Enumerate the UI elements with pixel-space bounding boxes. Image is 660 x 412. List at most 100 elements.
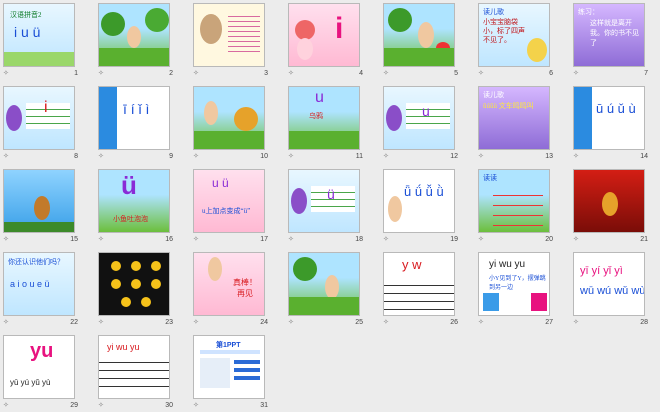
slide-23-number: 23 <box>165 319 173 326</box>
slide-30-preview: yi wu yu <box>98 335 170 399</box>
slide-thumbnail-27[interactable]: yi wu yu 小Y见到了Y，摆弹跳到另一边 ✧ 27 <box>475 249 555 329</box>
slide-1-preview: 汉语拼音2 i u ü <box>3 3 75 67</box>
slide-19-preview: ǖ ǘ ǚ ǜ <box>383 169 455 233</box>
slide-thumbnail-3[interactable]: ✧ 3 <box>190 0 270 80</box>
slide-thumbnail-28[interactable]: yī yí yǐ yì wū wú wǔ wù ✧ 28 <box>570 249 650 329</box>
slide-thumbnail-2[interactable]: ✧ 2 <box>95 0 175 80</box>
slide-thumbnail-22[interactable]: 你还认识他们吗？ a i o u e ü ✧ 22 <box>0 249 80 329</box>
slide-11-letter: u <box>315 89 324 106</box>
slide-7-preview: 练习： 这样就是离开我。你的书不见了 <box>573 3 645 67</box>
slide-8-letter: i <box>44 99 48 116</box>
slide-thumbnail-10[interactable]: ✧ 10 <box>190 83 270 163</box>
slide-11-text: 乌鸦 <box>309 112 323 120</box>
slide-thumbnail-14[interactable]: ū ú ǔ ù ✧ 14 <box>570 83 650 163</box>
slide-thumbnail-12[interactable]: u ✧ 12 <box>380 83 460 163</box>
slide-31-number: 31 <box>260 402 268 409</box>
slide-8-transition-icon: ✧ <box>3 153 9 160</box>
slide-1-label: 汉语拼音2 <box>10 11 42 19</box>
slide-10-transition-icon: ✧ <box>193 153 199 160</box>
slide-16-preview: ü 小鱼吐泡泡 <box>98 169 170 233</box>
slide-thumbnail-5[interactable]: ✧ 5 <box>380 0 460 80</box>
slide-17-text: u上加点变成“ü” <box>202 207 251 215</box>
slide-11-number: 11 <box>355 153 363 160</box>
slide-6-transition-icon: ✧ <box>478 70 484 77</box>
slide-thumbnail-19[interactable]: ǖ ǘ ǚ ǜ ✧ 19 <box>380 166 460 246</box>
slide-thumbnail-15[interactable]: ✧ 15 <box>0 166 80 246</box>
slide-24-transition-icon: ✧ <box>193 319 199 326</box>
slide-6-text: 小宝宝脑袋小，标了四声不见了。 <box>483 18 525 44</box>
slide-thumbnail-31[interactable]: 第1PPT ✧ 31 <box>190 332 270 412</box>
slide-thumbnail-20[interactable]: 读读 ✧ 20 <box>475 166 555 246</box>
slide-19-tones: ǖ ǘ ǚ ǜ <box>404 184 444 199</box>
slide-9-tones: ī í ǐ ì <box>123 101 150 117</box>
slide-20-transition-icon: ✧ <box>478 236 484 243</box>
slide-13-preview: 读儿歌 ūúǔù 文车鸣鸣叫 <box>478 86 550 150</box>
slide-13-transition-icon: ✧ <box>478 153 484 160</box>
slide-22-number: 22 <box>70 319 78 326</box>
slide-thumbnail-23[interactable]: ✧ 23 <box>95 249 175 329</box>
slide-28-wu-tones: wū wú wǔ wù <box>580 285 645 297</box>
slide-11-transition-icon: ✧ <box>288 153 294 160</box>
slide-thumbnail-13[interactable]: 读儿歌 ūúǔù 文车鸣鸣叫 ✧ 13 <box>475 83 555 163</box>
slide-20-label: 读读 <box>483 174 497 182</box>
slide-21-transition-icon: ✧ <box>573 236 579 243</box>
slide-25-number: 25 <box>355 319 363 326</box>
slide-30-syllables: yi wu yu <box>107 342 140 352</box>
slide-27-syllables: yi wu yu <box>489 259 526 270</box>
slide-17-transition-icon: ✧ <box>193 236 199 243</box>
slide-thumbnail-6[interactable]: 读儿歌 小宝宝脑袋小，标了四声不见了。 ✧ 6 <box>475 0 555 80</box>
slide-4-letter: i <box>335 12 344 45</box>
slide-thumbnail-9[interactable]: ī í ǐ ì ✧ 9 <box>95 83 175 163</box>
slide-3-preview <box>193 3 265 67</box>
slide-27-text: 小Y见到了Y，摆弹跳到另一边 <box>489 276 546 291</box>
slide-28-yi-tones: yī yí yǐ yì <box>580 265 623 277</box>
slide-7-transition-icon: ✧ <box>573 70 579 77</box>
slide-7-label: 练习： <box>578 8 599 16</box>
slide-16-number: 16 <box>165 236 173 243</box>
slide-15-transition-icon: ✧ <box>3 236 9 243</box>
slide-1-number: 1 <box>74 70 78 77</box>
slide-3-transition-icon: ✧ <box>193 70 199 77</box>
slide-27-number: 27 <box>545 319 553 326</box>
slide-thumbnail-21[interactable]: ✧ 21 <box>570 166 650 246</box>
slide-thumbnail-29[interactable]: yu yū yú yǔ yù ✧ 29 <box>0 332 80 412</box>
slide-31-transition-icon: ✧ <box>193 402 199 409</box>
slide-14-preview: ū ú ǔ ù <box>573 86 645 150</box>
slide-thumbnail-30[interactable]: yi wu yu ✧ 30 <box>95 332 175 412</box>
slide-24-number: 24 <box>260 319 268 326</box>
slide-29-preview: yu yū yú yǔ yù <box>3 335 75 399</box>
slide-thumbnail-24[interactable]: 真棒！再见 ✧ 24 <box>190 249 270 329</box>
slide-thumbnail-1[interactable]: 汉语拼音2 i u ü ✧ 1 <box>0 0 80 80</box>
slide-13-text: ūúǔù 文车鸣鸣叫 <box>483 102 534 110</box>
slide-8-preview: i <box>3 86 75 150</box>
slide-13-label: 读儿歌 <box>483 91 504 99</box>
slide-thumbnail-26[interactable]: y w ✧ 26 <box>380 249 460 329</box>
slide-5-number: 5 <box>454 70 458 77</box>
slide-19-number: 19 <box>450 236 458 243</box>
slide-10-preview <box>193 86 265 150</box>
slide-20-number: 20 <box>545 236 553 243</box>
slide-17-letters: u ü <box>212 176 229 190</box>
slide-thumbnail-18[interactable]: ü ✧ 18 <box>285 166 365 246</box>
slide-26-letters: y w <box>402 257 422 272</box>
slide-thumbnail-4[interactable]: i ✧ 4 <box>285 0 365 80</box>
slide-thumbnail-7[interactable]: 练习： 这样就是离开我。你的书不见了 ✧ 7 <box>570 0 650 80</box>
slide-3-number: 3 <box>264 70 268 77</box>
slide-7-number: 7 <box>644 70 648 77</box>
slide-18-letter: ü <box>327 186 335 202</box>
slide-5-preview <box>383 3 455 67</box>
slide-25-preview <box>288 252 360 316</box>
slide-23-preview <box>98 252 170 316</box>
slide-21-number: 21 <box>640 236 648 243</box>
slide-12-number: 12 <box>450 153 458 160</box>
slide-29-transition-icon: ✧ <box>3 402 9 409</box>
slide-14-transition-icon: ✧ <box>573 153 579 160</box>
slide-thumbnail-8[interactable]: i ✧ 8 <box>0 83 80 163</box>
slide-thumbnail-25[interactable]: ✧ 25 <box>285 249 365 329</box>
slide-18-number: 18 <box>355 236 363 243</box>
slide-thumbnail-16[interactable]: ü 小鱼吐泡泡 ✧ 16 <box>95 166 175 246</box>
slide-2-number: 2 <box>169 70 173 77</box>
slide-thumbnail-17[interactable]: u ü u上加点变成“ü” ✧ 17 <box>190 166 270 246</box>
slide-27-preview: yi wu yu 小Y见到了Y，摆弹跳到另一边 <box>478 252 550 316</box>
slide-thumbnail-11[interactable]: u 乌鸦 ✧ 11 <box>285 83 365 163</box>
